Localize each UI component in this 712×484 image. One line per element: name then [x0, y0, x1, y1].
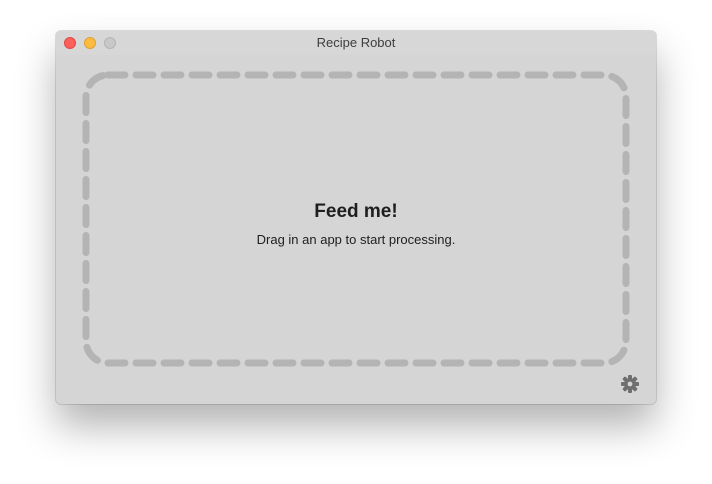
desktop-stage: Recipe Robot Feed me! Drag in an app to …: [0, 0, 712, 484]
minimize-window-button[interactable]: [84, 37, 96, 49]
drop-zone-subtitle: Drag in an app to start processing.: [256, 232, 456, 247]
close-window-button[interactable]: [64, 37, 76, 49]
drop-zone-content: Feed me! Drag in an app to start process…: [82, 71, 630, 367]
app-window: Recipe Robot Feed me! Drag in an app to …: [56, 31, 656, 404]
title-bar[interactable]: Recipe Robot: [56, 31, 656, 55]
drop-zone-title: Feed me!: [314, 201, 398, 222]
zoom-window-button[interactable]: [104, 37, 116, 49]
settings-button[interactable]: [620, 374, 640, 394]
window-title: Recipe Robot: [316, 35, 396, 50]
gear-icon: [621, 375, 639, 393]
app-drop-zone[interactable]: Feed me! Drag in an app to start process…: [82, 71, 630, 367]
